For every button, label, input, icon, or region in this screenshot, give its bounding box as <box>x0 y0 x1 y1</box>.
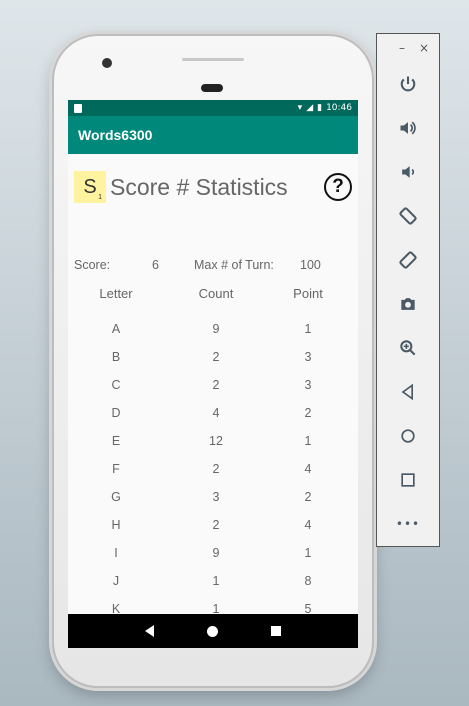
table-row: I 9 1 <box>68 546 358 574</box>
android-nav-bar <box>68 614 358 648</box>
column-letter: Letter <box>99 286 133 301</box>
screen: ▾ ◢ ▮ 10:46 Words6300 S 1 Score # Statis… <box>68 100 358 614</box>
emulator-controls: – × ••• <box>376 33 440 547</box>
table-row: K 1 5 <box>68 602 358 614</box>
count-cell: 1 <box>212 574 220 588</box>
point-cell: 5 <box>304 602 312 614</box>
letter-cell: C <box>111 378 121 392</box>
letter-cell: E <box>111 434 121 448</box>
point-cell: 1 <box>304 322 312 336</box>
rotate-left-icon[interactable] <box>377 194 439 238</box>
count-cell: 1 <box>212 602 220 614</box>
status-bar: ▾ ◢ ▮ 10:46 <box>68 100 358 116</box>
table-row: F 2 4 <box>68 462 358 490</box>
count-cell: 3 <box>212 490 220 504</box>
column-count: Count <box>198 286 234 301</box>
signal-icon: ◢ <box>306 103 314 113</box>
letter-cell: J <box>112 574 120 588</box>
table-row: D 4 2 <box>68 406 358 434</box>
max-turn-value: 100 <box>300 258 321 272</box>
table-row: H 2 4 <box>68 518 358 546</box>
stats-table[interactable]: A 9 1 B 2 3 C 2 3 D 4 2 E 12 1 F 2 4 G 3 2 H 2 4 I 9 1 J 1 8 K 1 5 <box>68 322 358 614</box>
count-cell: 2 <box>212 518 220 532</box>
battery-icon: ▮ <box>317 103 323 113</box>
overview-icon[interactable] <box>377 458 439 502</box>
table-row: A 9 1 <box>68 322 358 350</box>
point-cell: 2 <box>304 406 312 420</box>
rotate-right-icon[interactable] <box>377 238 439 282</box>
back-icon[interactable] <box>377 370 439 414</box>
more-icon[interactable]: ••• <box>377 502 439 546</box>
point-cell: 3 <box>304 350 312 364</box>
point-cell: 3 <box>304 378 312 392</box>
nav-home-icon[interactable] <box>206 625 218 637</box>
column-point: Point <box>293 286 323 301</box>
zoom-icon[interactable] <box>377 326 439 370</box>
speaker-grille <box>182 58 244 61</box>
point-cell: 4 <box>304 518 312 532</box>
wifi-icon: ▾ <box>297 103 303 113</box>
count-cell: 2 <box>212 462 220 476</box>
table-row: G 3 2 <box>68 490 358 518</box>
camera-icon[interactable] <box>377 282 439 326</box>
count-cell: 2 <box>212 350 220 364</box>
stats-header: S 1 Score # Statistics ? <box>74 170 352 204</box>
count-cell: 2 <box>212 378 220 392</box>
tile-subscript: 1 <box>98 194 102 201</box>
nav-overview-icon[interactable] <box>271 626 282 636</box>
count-cell: 12 <box>209 434 223 448</box>
count-cell: 9 <box>212 322 220 336</box>
close-button[interactable]: × <box>419 41 429 55</box>
notification-icon <box>74 103 82 113</box>
letter-cell: D <box>111 406 121 420</box>
count-cell: 9 <box>212 546 220 560</box>
help-icon[interactable]: ? <box>324 173 352 201</box>
table-row: E 12 1 <box>68 434 358 462</box>
tile-letter: S <box>83 175 97 198</box>
point-cell: 1 <box>304 434 312 448</box>
home-icon[interactable] <box>377 414 439 458</box>
stats-title: Score # Statistics <box>110 173 288 200</box>
point-cell: 8 <box>304 574 312 588</box>
letter-cell: A <box>111 322 121 336</box>
volume-down-icon[interactable] <box>377 150 439 194</box>
letter-tile: S 1 <box>74 171 106 203</box>
letter-cell: B <box>111 350 121 364</box>
power-icon[interactable] <box>377 62 439 106</box>
score-value: 6 <box>152 258 159 272</box>
letter-cell: H <box>111 518 121 532</box>
volume-up-icon[interactable] <box>377 106 439 150</box>
letter-cell: G <box>111 490 121 504</box>
letter-cell: F <box>112 462 120 476</box>
letter-cell: K <box>111 602 121 614</box>
status-time: 10:46 <box>326 103 352 113</box>
nav-back-icon[interactable] <box>144 625 154 637</box>
table-row: C 2 3 <box>68 378 358 406</box>
app-title: Words6300 <box>78 127 153 143</box>
letter-cell: I <box>114 546 118 560</box>
point-cell: 4 <box>304 462 312 476</box>
phone-frame: ▾ ◢ ▮ 10:46 Words6300 S 1 Score # Statis… <box>52 34 374 688</box>
point-cell: 2 <box>304 490 312 504</box>
count-cell: 4 <box>212 406 220 420</box>
point-cell: 1 <box>304 546 312 560</box>
minimize-button[interactable]: – <box>399 41 405 55</box>
max-turn-label: Max # of Turn: <box>194 258 274 272</box>
table-row: B 2 3 <box>68 350 358 378</box>
table-row: J 1 8 <box>68 574 358 602</box>
front-camera <box>102 58 112 68</box>
app-bar: Words6300 <box>68 116 358 154</box>
score-label: Score: <box>74 258 111 272</box>
earpiece <box>201 84 223 92</box>
